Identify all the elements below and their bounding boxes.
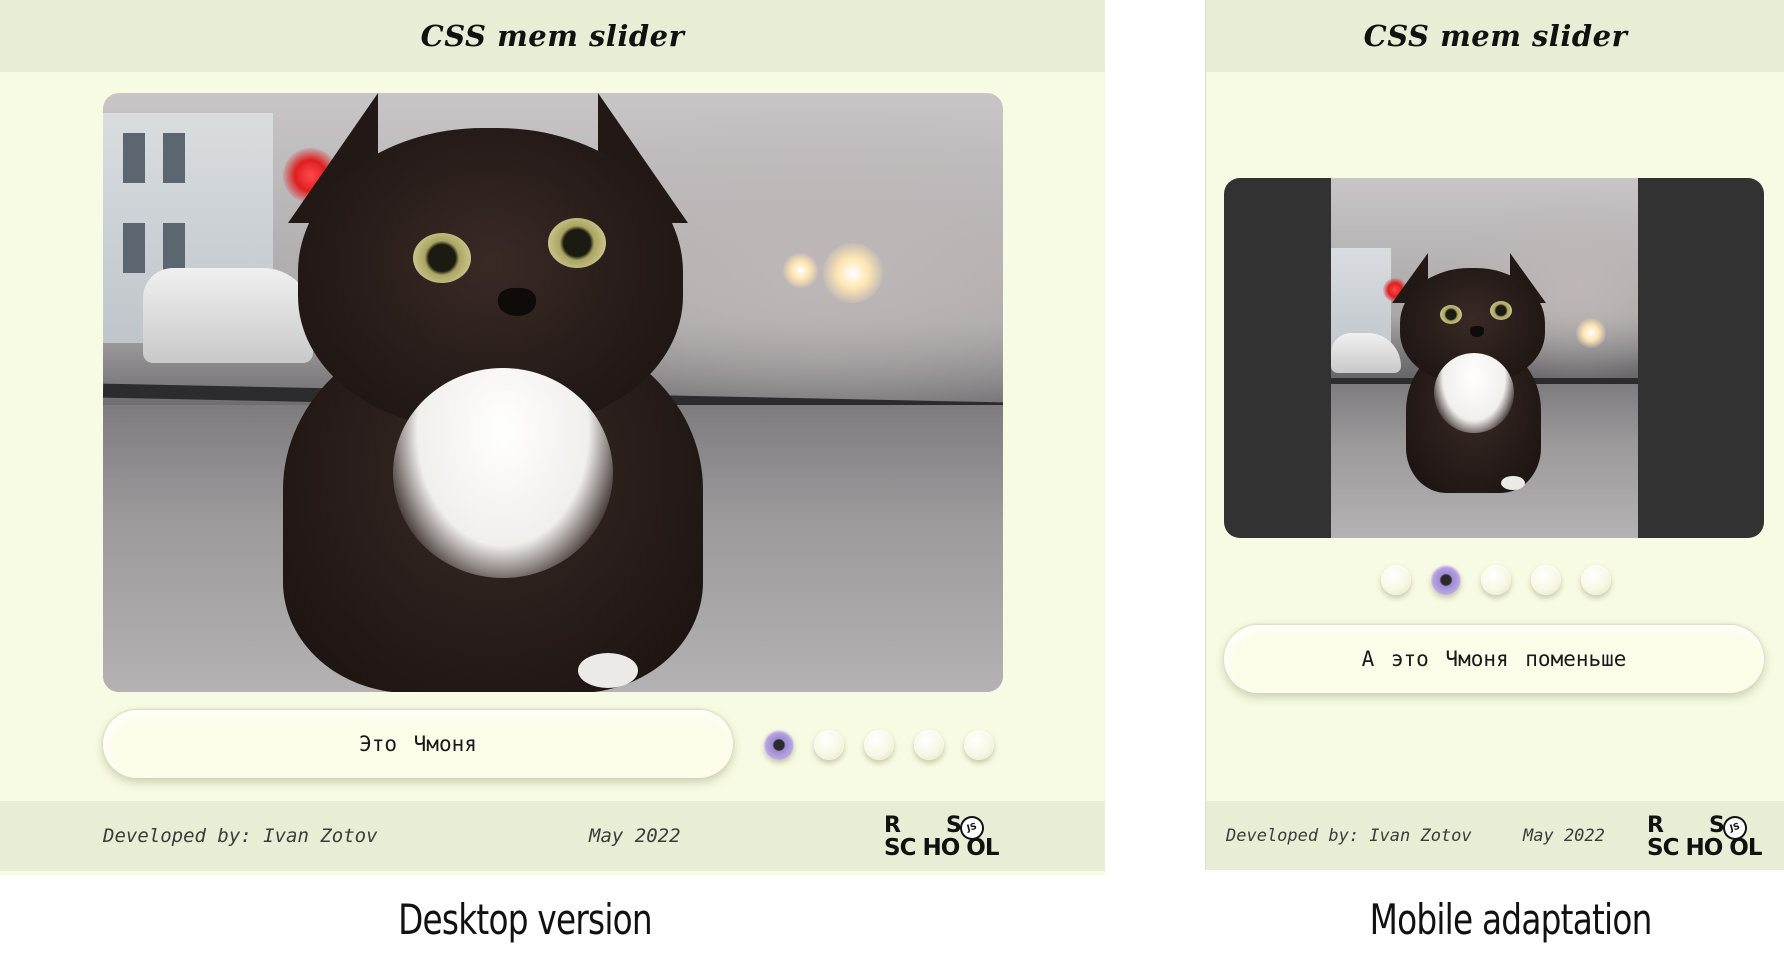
release-date: May 2022 <box>1523 826 1605 846</box>
caption-pill: Это Чмоня <box>103 710 733 778</box>
cat-paw <box>1501 476 1525 490</box>
slider-dots <box>1381 565 1611 595</box>
slide-dot-1[interactable] <box>764 730 794 760</box>
footer: Developed by: Ivan Zotov May 2022 R S JS… <box>1206 801 1784 870</box>
bg-window <box>123 133 145 183</box>
headlight <box>823 243 883 303</box>
bg-car <box>143 268 313 363</box>
cat-eye <box>1490 301 1512 320</box>
logo-school: SC HO OL <box>884 835 999 861</box>
slider-dots <box>764 730 994 760</box>
mobile-panel: CSS mem slider А это Чмоня поменьше Deve… <box>1205 0 1784 870</box>
developer-credit: Developed by: Ivan Zotov <box>103 825 378 847</box>
rs-school-logo[interactable]: R S JS SC HO OL <box>1647 813 1767 865</box>
mobile-adaptation-label: Mobile adaptation <box>1369 895 1653 944</box>
cat-eye <box>548 218 606 268</box>
footer: Developed by: Ivan Zotov May 2022 R S JS… <box>0 801 1105 871</box>
caption-text: А это Чмоня поменьше <box>1361 647 1627 671</box>
slide-dot-4[interactable] <box>914 730 944 760</box>
page-title: CSS mem slider <box>1363 19 1628 53</box>
desktop-version-label: Desktop version <box>398 895 653 944</box>
slide-dot-5[interactable] <box>1581 565 1611 595</box>
rs-school-logo[interactable]: R S JS SC HO OL <box>884 813 1004 865</box>
cat-nose <box>498 288 536 316</box>
cat <box>1392 253 1566 493</box>
slide-frame <box>1224 178 1764 538</box>
slide-dot-2[interactable] <box>1431 565 1461 595</box>
slide-dot-5[interactable] <box>964 730 994 760</box>
slide-dot-3[interactable] <box>864 730 894 760</box>
logo-school: SC HO OL <box>1647 835 1762 861</box>
slide-image <box>1331 178 1638 538</box>
slide-dot-1[interactable] <box>1381 565 1411 595</box>
headlight <box>783 253 818 288</box>
slide-dot-2[interactable] <box>814 730 844 760</box>
header: CSS mem slider <box>1206 0 1784 72</box>
headlight <box>1576 318 1606 348</box>
slide-dot-3[interactable] <box>1481 565 1511 595</box>
cat <box>283 93 748 692</box>
cat-eye <box>413 233 471 283</box>
release-date: May 2022 <box>589 825 681 847</box>
desktop-panel: CSS mem slider Это Чмоня Developed by: I… <box>0 0 1105 875</box>
caption-pill: А это Чмоня поменьше <box>1224 625 1764 693</box>
caption-text: Это Чмоня <box>359 732 477 756</box>
developer-credit: Developed by: Ivan Zotov <box>1226 826 1472 846</box>
header: CSS mem slider <box>0 0 1105 72</box>
slide-dot-4[interactable] <box>1531 565 1561 595</box>
cat-paw <box>578 653 638 688</box>
bg-window <box>163 133 185 183</box>
cat-bib <box>393 368 613 578</box>
bg-window <box>163 223 185 273</box>
cat-nose <box>1470 326 1484 337</box>
cat-eye <box>1440 305 1462 324</box>
slide-image <box>103 93 1003 692</box>
page-title: CSS mem slider <box>420 19 685 53</box>
cat-bib <box>1434 353 1514 433</box>
bg-window <box>123 223 145 273</box>
